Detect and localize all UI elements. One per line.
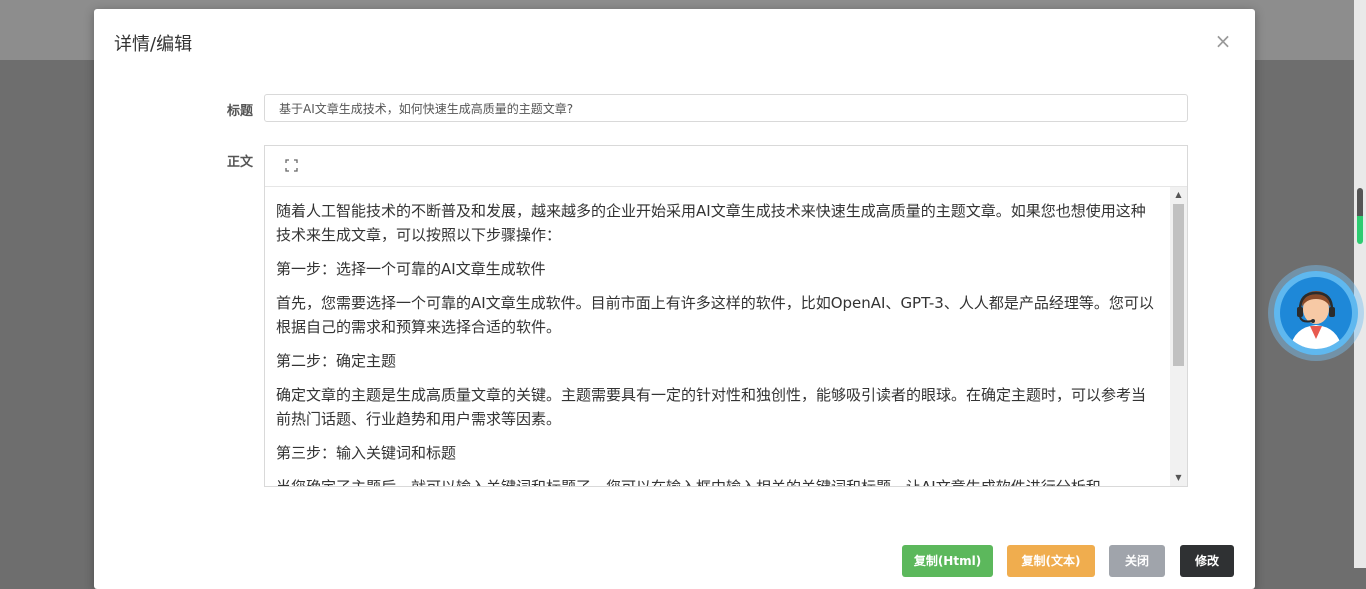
- paragraph: 确定文章的主题是生成高质量文章的关键。主题需要具有一定的针对性和独创性，能够吸引…: [276, 386, 1147, 428]
- scroll-down-arrow-icon[interactable]: ▼: [1170, 470, 1187, 486]
- paragraph: 第二步：确定主题: [276, 352, 397, 370]
- paragraph: 当您确定了主题后，就可以输入关键词和标题了。您可以在输入框中输入相关的关键词和标…: [276, 475, 1158, 486]
- edit-button[interactable]: 修改: [1180, 545, 1234, 577]
- detail-edit-dialog: 详情/编辑 × 标题 正文 随着人工智能技术的不断普及和发展，越来越多的企业开始…: [94, 9, 1255, 589]
- body-label: 正文: [226, 155, 253, 170]
- customer-service-widget[interactable]: [1268, 265, 1364, 361]
- fullscreen-icon[interactable]: [285, 159, 298, 172]
- copy-html-button[interactable]: 复制(Html): [902, 545, 993, 577]
- title-input[interactable]: [264, 94, 1188, 122]
- paragraph: 第一步：选择一个可靠的AI文章生成软件: [276, 260, 546, 278]
- editor-content[interactable]: 随着人工智能技术的不断普及和发展，越来越多的企业开始采用AI文章生成技术来快速生…: [265, 187, 1170, 486]
- page-scrollbar-thumb[interactable]: [1357, 188, 1363, 244]
- editor-scrollbar-thumb[interactable]: [1173, 204, 1184, 366]
- close-icon[interactable]: ×: [1213, 31, 1233, 51]
- rich-text-editor[interactable]: 随着人工智能技术的不断普及和发展，越来越多的企业开始采用AI文章生成技术来快速生…: [264, 145, 1188, 487]
- title-label: 标题: [226, 104, 253, 119]
- editor-scrollbar[interactable]: ▲ ▼: [1170, 187, 1187, 486]
- scroll-up-arrow-icon[interactable]: ▲: [1170, 187, 1187, 203]
- copy-text-button[interactable]: 复制(文本): [1007, 545, 1095, 577]
- paragraph: 首先，您需要选择一个可靠的AI文章生成软件。目前市面上有许多这样的软件，比如Op…: [276, 294, 1154, 336]
- close-button[interactable]: 关闭: [1109, 545, 1165, 577]
- dialog-title: 详情/编辑: [114, 34, 193, 55]
- customer-service-agent-icon: [1280, 277, 1352, 349]
- paragraph: 随着人工智能技术的不断普及和发展，越来越多的企业开始采用AI文章生成技术来快速生…: [276, 202, 1146, 244]
- editor-toolbar: [265, 146, 1187, 187]
- paragraph: 第三步：输入关键词和标题: [276, 444, 457, 462]
- page-scrollbar[interactable]: [1354, 0, 1366, 568]
